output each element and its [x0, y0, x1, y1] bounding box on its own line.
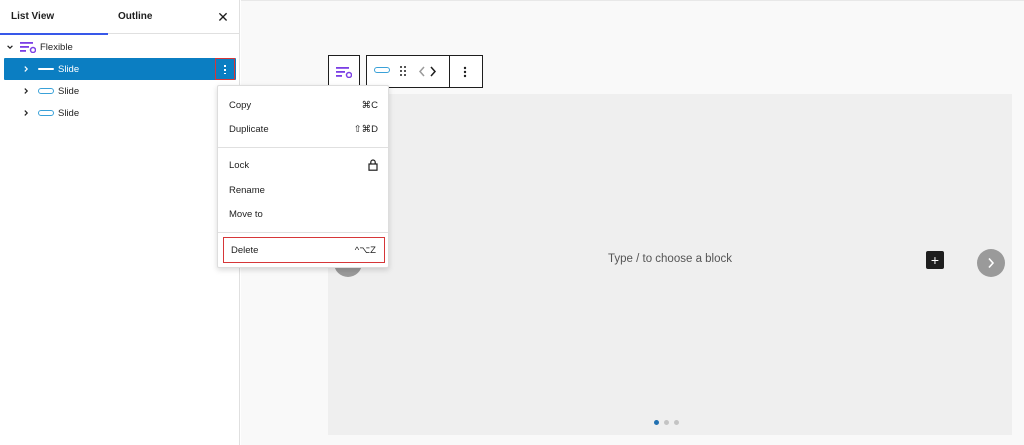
pagination-dot[interactable]	[654, 420, 659, 425]
flexible-slider-icon	[20, 42, 36, 53]
block-placeholder[interactable]: Type / to choose a block	[328, 253, 1012, 265]
chevron-right-icon[interactable]	[20, 85, 32, 97]
menu-item-move-to[interactable]: Move to	[222, 203, 386, 225]
add-block-button[interactable]: +	[926, 251, 944, 269]
tree-item-label: Slide	[58, 107, 80, 119]
chevron-right-icon[interactable]	[20, 107, 32, 119]
pagination-dot[interactable]	[664, 420, 669, 425]
menu-item-shortcut: ⇧⌘D	[353, 123, 378, 135]
tab-outline[interactable]: Outline	[108, 0, 188, 34]
menu-item-label: Delete	[231, 244, 259, 256]
sidebar-tabs: List View Outline ✕	[0, 0, 240, 35]
tab-list-view[interactable]: List View	[0, 0, 108, 35]
tree-item-label: Slide	[58, 85, 80, 97]
flexible-slider-icon	[336, 66, 352, 78]
chevron-right-icon[interactable]	[20, 63, 32, 75]
select-parent-button[interactable]	[336, 66, 352, 78]
chevron-left-icon	[418, 66, 425, 77]
tree-item-label: Slide	[58, 63, 80, 75]
drag-handle-icon[interactable]	[398, 65, 408, 77]
menu-item-rename[interactable]: Rename	[222, 179, 386, 201]
move-right-button[interactable]	[429, 66, 437, 77]
pagination-dot[interactable]	[674, 420, 679, 425]
toolbar-options-button[interactable]	[463, 66, 467, 78]
tree-item-slide-3[interactable]: Slide	[4, 102, 236, 124]
block-toolbar-parent	[328, 55, 360, 88]
menu-item-label: Rename	[229, 184, 265, 196]
tree-item-slide-1[interactable]: Slide	[4, 58, 236, 80]
menu-item-delete[interactable]: Delete ^⌥Z	[223, 237, 385, 263]
list-view-sidebar: List View Outline ✕ Flexible Slide Slide	[0, 0, 240, 445]
chevron-down-icon[interactable]	[4, 41, 16, 53]
block-options-menu: Copy ⌘C Duplicate ⇧⌘D Lock Rename Move t…	[217, 85, 389, 268]
slide-block-icon	[38, 110, 54, 116]
menu-item-copy[interactable]: Copy ⌘C	[222, 94, 386, 116]
block-options-button[interactable]	[215, 58, 235, 80]
slide-block-icon	[374, 67, 390, 73]
menu-item-lock[interactable]: Lock	[222, 154, 386, 176]
slide-block-button[interactable]	[374, 67, 390, 73]
menu-divider	[218, 147, 388, 148]
menu-item-shortcut: ⌘C	[361, 99, 378, 111]
lock-icon	[368, 159, 378, 171]
menu-divider	[218, 232, 388, 233]
tree-item-slide-2[interactable]: Slide	[4, 80, 236, 102]
menu-item-label: Move to	[229, 208, 263, 220]
close-icon[interactable]: ✕	[214, 8, 232, 26]
menu-item-duplicate[interactable]: Duplicate ⇧⌘D	[222, 118, 386, 140]
tree-item-label: Flexible	[40, 41, 73, 53]
menu-item-label: Lock	[229, 159, 250, 171]
chevron-right-icon	[988, 257, 995, 269]
move-left-button[interactable]	[418, 66, 426, 77]
slide-block-icon	[38, 88, 54, 94]
tree-item-flexible[interactable]: Flexible	[4, 36, 236, 58]
chevron-right-icon	[430, 66, 437, 77]
slide-pagination	[654, 420, 679, 425]
slider-block[interactable]: Type / to choose a block +	[328, 94, 1012, 435]
menu-item-label: Copy	[229, 99, 252, 111]
slide-block-icon	[38, 68, 54, 70]
block-toolbar	[366, 55, 483, 88]
next-slide-button[interactable]	[977, 249, 1005, 277]
menu-item-label: Duplicate	[229, 123, 269, 135]
more-vertical-icon	[224, 64, 226, 74]
more-vertical-icon	[463, 66, 467, 78]
toolbar-divider	[449, 55, 450, 88]
menu-item-shortcut: ^⌥Z	[354, 244, 376, 256]
